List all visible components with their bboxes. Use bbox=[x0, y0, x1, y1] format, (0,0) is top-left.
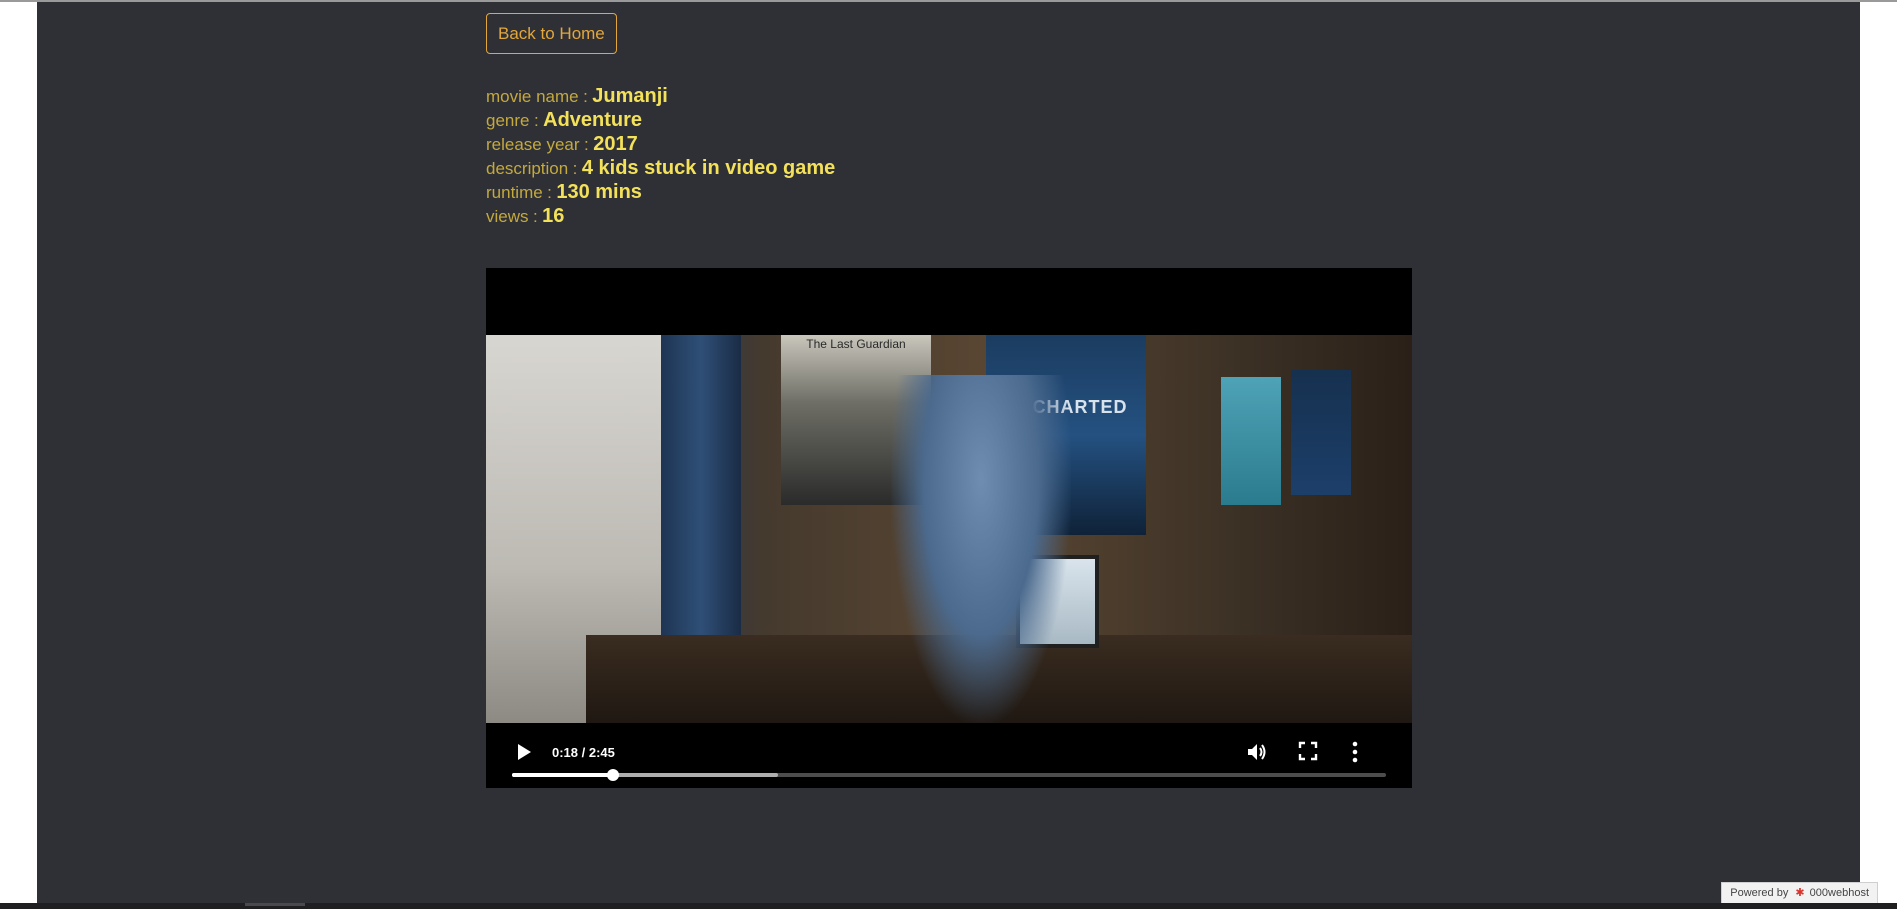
video-player[interactable]: The Last Guardian UNCHARTED 0:18 / 2:45 bbox=[486, 268, 1412, 788]
detail-label: movie name bbox=[486, 87, 579, 106]
powered-by-badge[interactable]: Powered by ✱ 000webhost bbox=[1721, 882, 1878, 905]
detail-separator: : bbox=[583, 87, 588, 106]
powered-by-text: Powered by bbox=[1730, 887, 1789, 899]
detail-separator: : bbox=[572, 159, 578, 178]
detail-label: description bbox=[486, 159, 569, 178]
video-controls: 0:18 / 2:45 bbox=[486, 723, 1412, 788]
detail-genre: genre : Adventure bbox=[486, 108, 1412, 132]
detail-separator: : bbox=[533, 111, 539, 130]
main-content: Back to Home movie name : Jumanji genre … bbox=[486, 13, 1412, 788]
timeline-scrubber-handle[interactable] bbox=[606, 769, 619, 781]
detail-label: release year bbox=[486, 135, 580, 154]
poster-title-text: The Last Guardian bbox=[806, 337, 906, 351]
movie-name-value: Jumanji bbox=[592, 85, 668, 107]
description-value: 4 kids stuck in video game bbox=[581, 157, 836, 179]
detail-runtime: runtime : 130 mins bbox=[486, 180, 1412, 204]
detail-description: description : 4 kids stuck in video game bbox=[486, 156, 1412, 180]
detail-separator: : bbox=[584, 135, 589, 154]
detail-views: views : 16 bbox=[486, 204, 1412, 228]
detail-release-year: release year : 2017 bbox=[486, 132, 1412, 156]
release-year-value: 2017 bbox=[593, 133, 638, 155]
video-frame[interactable]: The Last Guardian UNCHARTED bbox=[486, 335, 1412, 723]
timeline-played bbox=[512, 773, 613, 777]
host-name-text: 000webhost bbox=[1809, 887, 1869, 899]
genre-value: Adventure bbox=[543, 109, 643, 131]
more-vertical-icon[interactable] bbox=[1351, 741, 1359, 767]
runtime-value: 130 mins bbox=[556, 181, 642, 203]
movie-details: movie name : Jumanji genre : Adventure r… bbox=[486, 84, 1412, 228]
back-to-home-button[interactable]: Back to Home bbox=[486, 13, 617, 54]
views-value: 16 bbox=[542, 205, 565, 227]
time-display: 0:18 / 2:45 bbox=[552, 745, 615, 760]
video-timeline[interactable] bbox=[512, 769, 1386, 781]
play-icon[interactable] bbox=[516, 743, 532, 765]
detail-movie-name: movie name : Jumanji bbox=[486, 84, 1412, 108]
detail-separator: : bbox=[547, 183, 552, 202]
fullscreen-icon[interactable] bbox=[1298, 741, 1318, 765]
webhost-logo-icon: ✱ bbox=[1795, 887, 1805, 899]
detail-separator: : bbox=[532, 207, 538, 226]
frame-person bbox=[891, 375, 1071, 723]
detail-label: views bbox=[486, 207, 529, 226]
detail-label: genre bbox=[486, 111, 530, 130]
frame-poster-astronaut bbox=[1221, 377, 1281, 505]
movie-details-page: Back to Home movie name : Jumanji genre … bbox=[37, 2, 1860, 903]
browser-bottom-bar bbox=[0, 903, 1897, 909]
detail-label: runtime bbox=[486, 183, 543, 202]
bottom-tab-indicator bbox=[245, 903, 305, 906]
volume-icon[interactable] bbox=[1246, 741, 1268, 767]
frame-poster-dark bbox=[1291, 370, 1351, 495]
